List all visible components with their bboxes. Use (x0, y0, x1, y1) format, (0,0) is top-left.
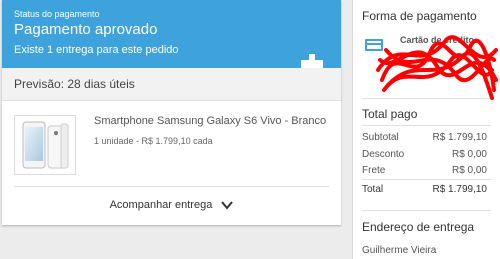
truck-icon (301, 54, 323, 68)
track-delivery-button[interactable]: Acompanhar entrega (2, 199, 341, 211)
status-title: Pagamento aprovado (14, 21, 158, 38)
shipping-value: R$ 0,00 (451, 165, 487, 176)
total-label: Total (362, 184, 384, 195)
total-value: R$ 1.799,10 (432, 184, 488, 195)
divider (362, 125, 491, 126)
chevron-down-icon (221, 201, 234, 210)
redaction-scribble (376, 35, 498, 100)
recipient-name: Guilherme Vieira (362, 245, 437, 256)
track-delivery-label: Acompanhar entrega (109, 199, 213, 211)
order-card: Status do pagamento Pagamento aprovado E… (2, 0, 341, 225)
product-quantity-price: 1 unidade - R$ 1.799,10 cada (94, 136, 213, 146)
product-name[interactable]: Smartphone Samsung Galaxy S6 Vivo - Bran… (94, 115, 326, 127)
discount-value: R$ 0,00 (451, 149, 487, 160)
product-item: Smartphone Samsung Galaxy S6 Vivo - Bran… (2, 101, 341, 185)
divider (14, 186, 329, 187)
phone-image-icon (22, 121, 69, 169)
product-thumbnail[interactable] (14, 115, 76, 175)
status-label: Status do pagamento (14, 9, 100, 19)
divider (362, 179, 491, 180)
shipping-address-title: Endereço de entrega (362, 220, 475, 234)
shipping-label: Frete (362, 165, 386, 176)
delivery-forecast: Previsão: 28 dias úteis (2, 68, 341, 101)
divider (362, 210, 491, 211)
delivery-count: Existe 1 entrega para este pedido (14, 44, 179, 56)
discount-label: Desconto (362, 149, 405, 160)
subtotal-label: Subtotal (362, 132, 399, 143)
subtotal-value: R$ 1.799,10 (432, 132, 488, 143)
total-paid-title: Total pago (362, 107, 418, 121)
payment-status-header: Status do pagamento Pagamento aprovado E… (2, 0, 341, 68)
